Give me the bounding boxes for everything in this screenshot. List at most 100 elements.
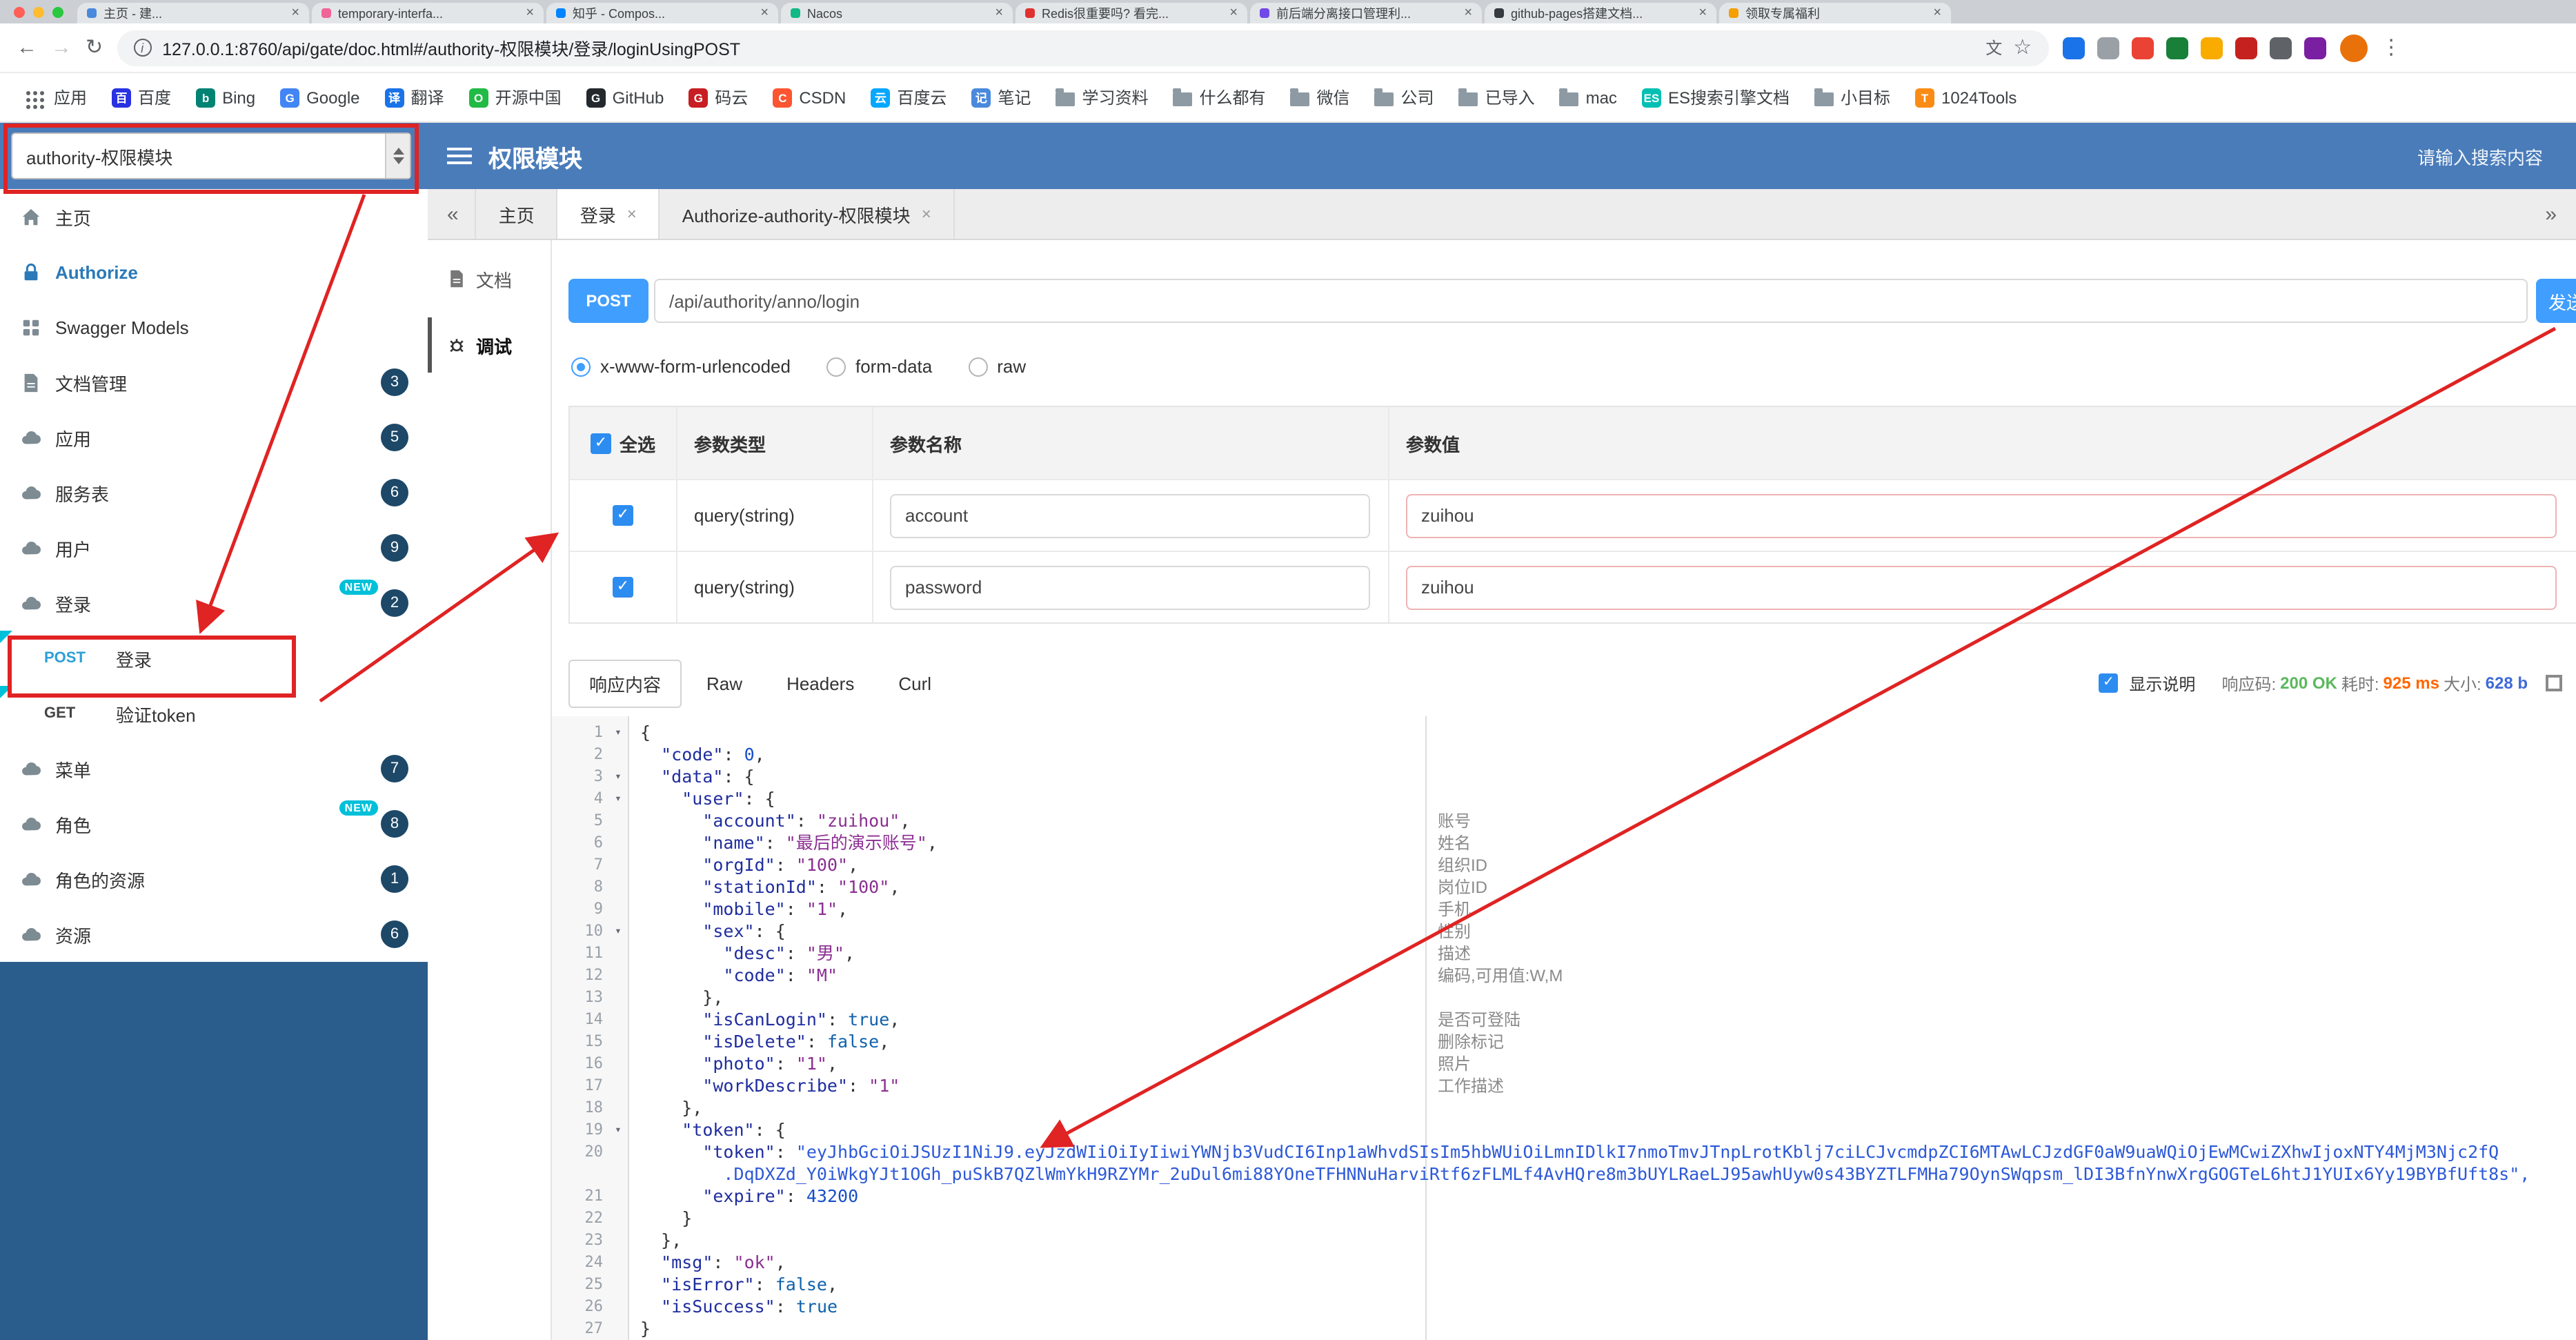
api-group-select[interactable]: authority-权限模块 [11,132,411,179]
extension-icon[interactable] [2131,37,2154,59]
sidebar-item-0[interactable]: 主页 [0,189,428,244]
bookmark-item[interactable]: 微信 [1281,81,1360,113]
hamburger-icon[interactable] [447,148,472,164]
extension-icon[interactable] [2303,37,2326,59]
param-checkbox[interactable] [613,577,633,598]
bookmark-item[interactable]: G Google [270,83,369,111]
bookmark-item[interactable]: 什么都有 [1163,81,1275,113]
param-value-input[interactable] [1406,493,2557,538]
rail-item-debug[interactable]: 调试 [428,317,551,373]
sidebar-item-5[interactable]: 服务表 6 [0,465,428,520]
param-checkbox[interactable] [613,505,633,526]
request-url-input[interactable] [654,279,2528,323]
bookmark-item[interactable]: 已导入 [1449,81,1545,113]
browser-tab[interactable]: temporary-interfa... × [312,3,544,23]
sidebar-item-4[interactable]: 应用 5 [0,410,428,465]
fullscreen-icon[interactable] [2546,675,2562,691]
bookmark-item[interactable]: T 1024Tools [1905,83,2026,111]
tab-close-icon[interactable]: × [1933,6,1941,21]
bookmark-item[interactable]: 应用 [14,81,97,113]
content-tab[interactable]: 主页 [475,189,558,239]
tabs-expand-icon[interactable]: » [2545,202,2557,226]
browser-tab[interactable]: 领取专属福利 × [1719,3,1951,23]
bookmark-item[interactable]: b Bing [186,83,265,111]
response-tab[interactable]: Raw [687,663,762,703]
reload-icon[interactable]: ↻ [86,37,103,58]
sidebar-item-3[interactable]: 文档管理 3 [0,355,428,410]
response-tab[interactable]: 响应内容 [568,659,682,707]
send-button[interactable]: 发送 [2536,279,2576,323]
bookmark-item[interactable]: 云百度云 [861,81,956,113]
content-type-radio[interactable]: raw [968,356,1026,377]
content-tab[interactable]: Authorize-authority-权限模块 × [660,189,955,239]
extension-icon[interactable] [2200,37,2223,59]
browser-tab[interactable]: Redis很重要吗? 看完... × [1015,3,1247,23]
bookmark-item[interactable]: C CSDN [763,83,855,111]
extension-icon[interactable] [2235,37,2257,59]
param-name-input[interactable] [890,493,1370,538]
browser-tab[interactable]: github-pages搭建文档... × [1485,3,1716,23]
sidebar-item-10[interactable]: 角色的资源 1 [0,851,428,907]
browser-tab[interactable]: 主页 - 建... × [77,3,309,23]
info-icon[interactable]: i [133,39,152,57]
response-tab[interactable]: Headers [767,663,873,703]
extension-icon[interactable] [2062,37,2085,59]
back-icon[interactable]: ← [17,37,37,58]
translate-icon[interactable]: 文 [1985,39,2002,56]
sidebar-item-2[interactable]: Swagger Models [0,299,428,355]
sidebar-api-get[interactable]: GET 验证token [0,686,428,741]
browser-tab[interactable]: Nacos × [781,3,1013,23]
show-desc-checkbox[interactable] [2099,673,2119,693]
minimize-window-icon[interactable] [33,6,44,17]
forward-icon[interactable]: → [51,37,72,58]
sidebar-item-7[interactable]: 登录 NEW 2 [0,575,428,631]
header-search-input[interactable]: 请输入搜索内容 [2417,143,2543,169]
tab-close-icon[interactable]: × [1464,6,1472,21]
param-value-input[interactable] [1406,565,2557,609]
tab-close-icon[interactable]: × [760,6,769,21]
tab-close-icon[interactable]: × [1698,6,1707,21]
sidebar-item-11[interactable]: 资源 6 [0,907,428,962]
sidebar-item-6[interactable]: 用户 9 [0,520,428,575]
response-tab[interactable]: Curl [879,663,951,703]
more-vert-icon[interactable]: ⋮ [2381,37,2401,58]
tab-close-icon[interactable]: × [291,6,299,21]
bookmark-item[interactable]: 译翻译 [375,81,454,113]
tab-close-icon[interactable]: × [1229,6,1238,21]
bookmark-item[interactable]: 记笔记 [962,81,1040,113]
sidebar-item-1[interactable]: Authorize [0,244,428,299]
sidebar-api-post[interactable]: POST 登录 [0,631,428,686]
bookmark-star-icon[interactable]: ☆ [2013,37,2032,58]
close-window-icon[interactable] [14,6,25,17]
url-bar[interactable]: i 127.0.0.1:8760/api/gate/doc.html#/auth… [117,30,2049,66]
tab-close-icon[interactable]: × [995,6,1003,21]
extension-icon[interactable] [2097,37,2119,59]
bookmark-item[interactable]: G 码云 [679,81,757,113]
sidebar-item-8[interactable]: 菜单 7 [0,741,428,796]
bookmark-item[interactable]: G GitHub [577,83,674,111]
sidebar-item-9[interactable]: 角色 NEW 8 [0,796,428,851]
browser-tab[interactable]: 前后端分离接口管理利... × [1250,3,1482,23]
content-type-radio[interactable]: x-www-form-urlencoded [571,356,791,377]
extension-icon[interactable] [2166,37,2188,59]
browser-tab[interactable]: 知乎 - Compos... × [546,3,778,23]
select-all-checkbox[interactable] [590,433,611,453]
bookmark-item[interactable]: mac [1550,83,1627,111]
close-tab-icon[interactable]: × [627,204,637,224]
zoom-window-icon[interactable] [52,6,63,17]
close-tab-icon[interactable]: × [922,204,931,224]
bookmark-item[interactable]: 学习资料 [1046,81,1158,113]
content-tab[interactable]: 登录 × [557,189,660,239]
rail-item-doc[interactable]: 文档 [428,251,551,306]
bookmark-item[interactable]: ES ES搜索引擎文档 [1632,81,1799,113]
bookmark-item[interactable]: 公司 [1365,81,1444,113]
tab-close-icon[interactable]: × [526,6,534,21]
tabs-collapse-icon[interactable]: « [447,202,459,226]
param-name-input[interactable] [890,565,1370,609]
bookmark-item[interactable]: 小目标 [1805,81,1900,113]
bookmark-item[interactable]: O 开源中国 [459,81,571,113]
profile-avatar[interactable] [2339,34,2368,61]
content-type-radio[interactable]: form-data [826,356,932,377]
extension-icon[interactable] [2269,37,2292,59]
bookmark-item[interactable]: 百百度 [102,81,181,113]
